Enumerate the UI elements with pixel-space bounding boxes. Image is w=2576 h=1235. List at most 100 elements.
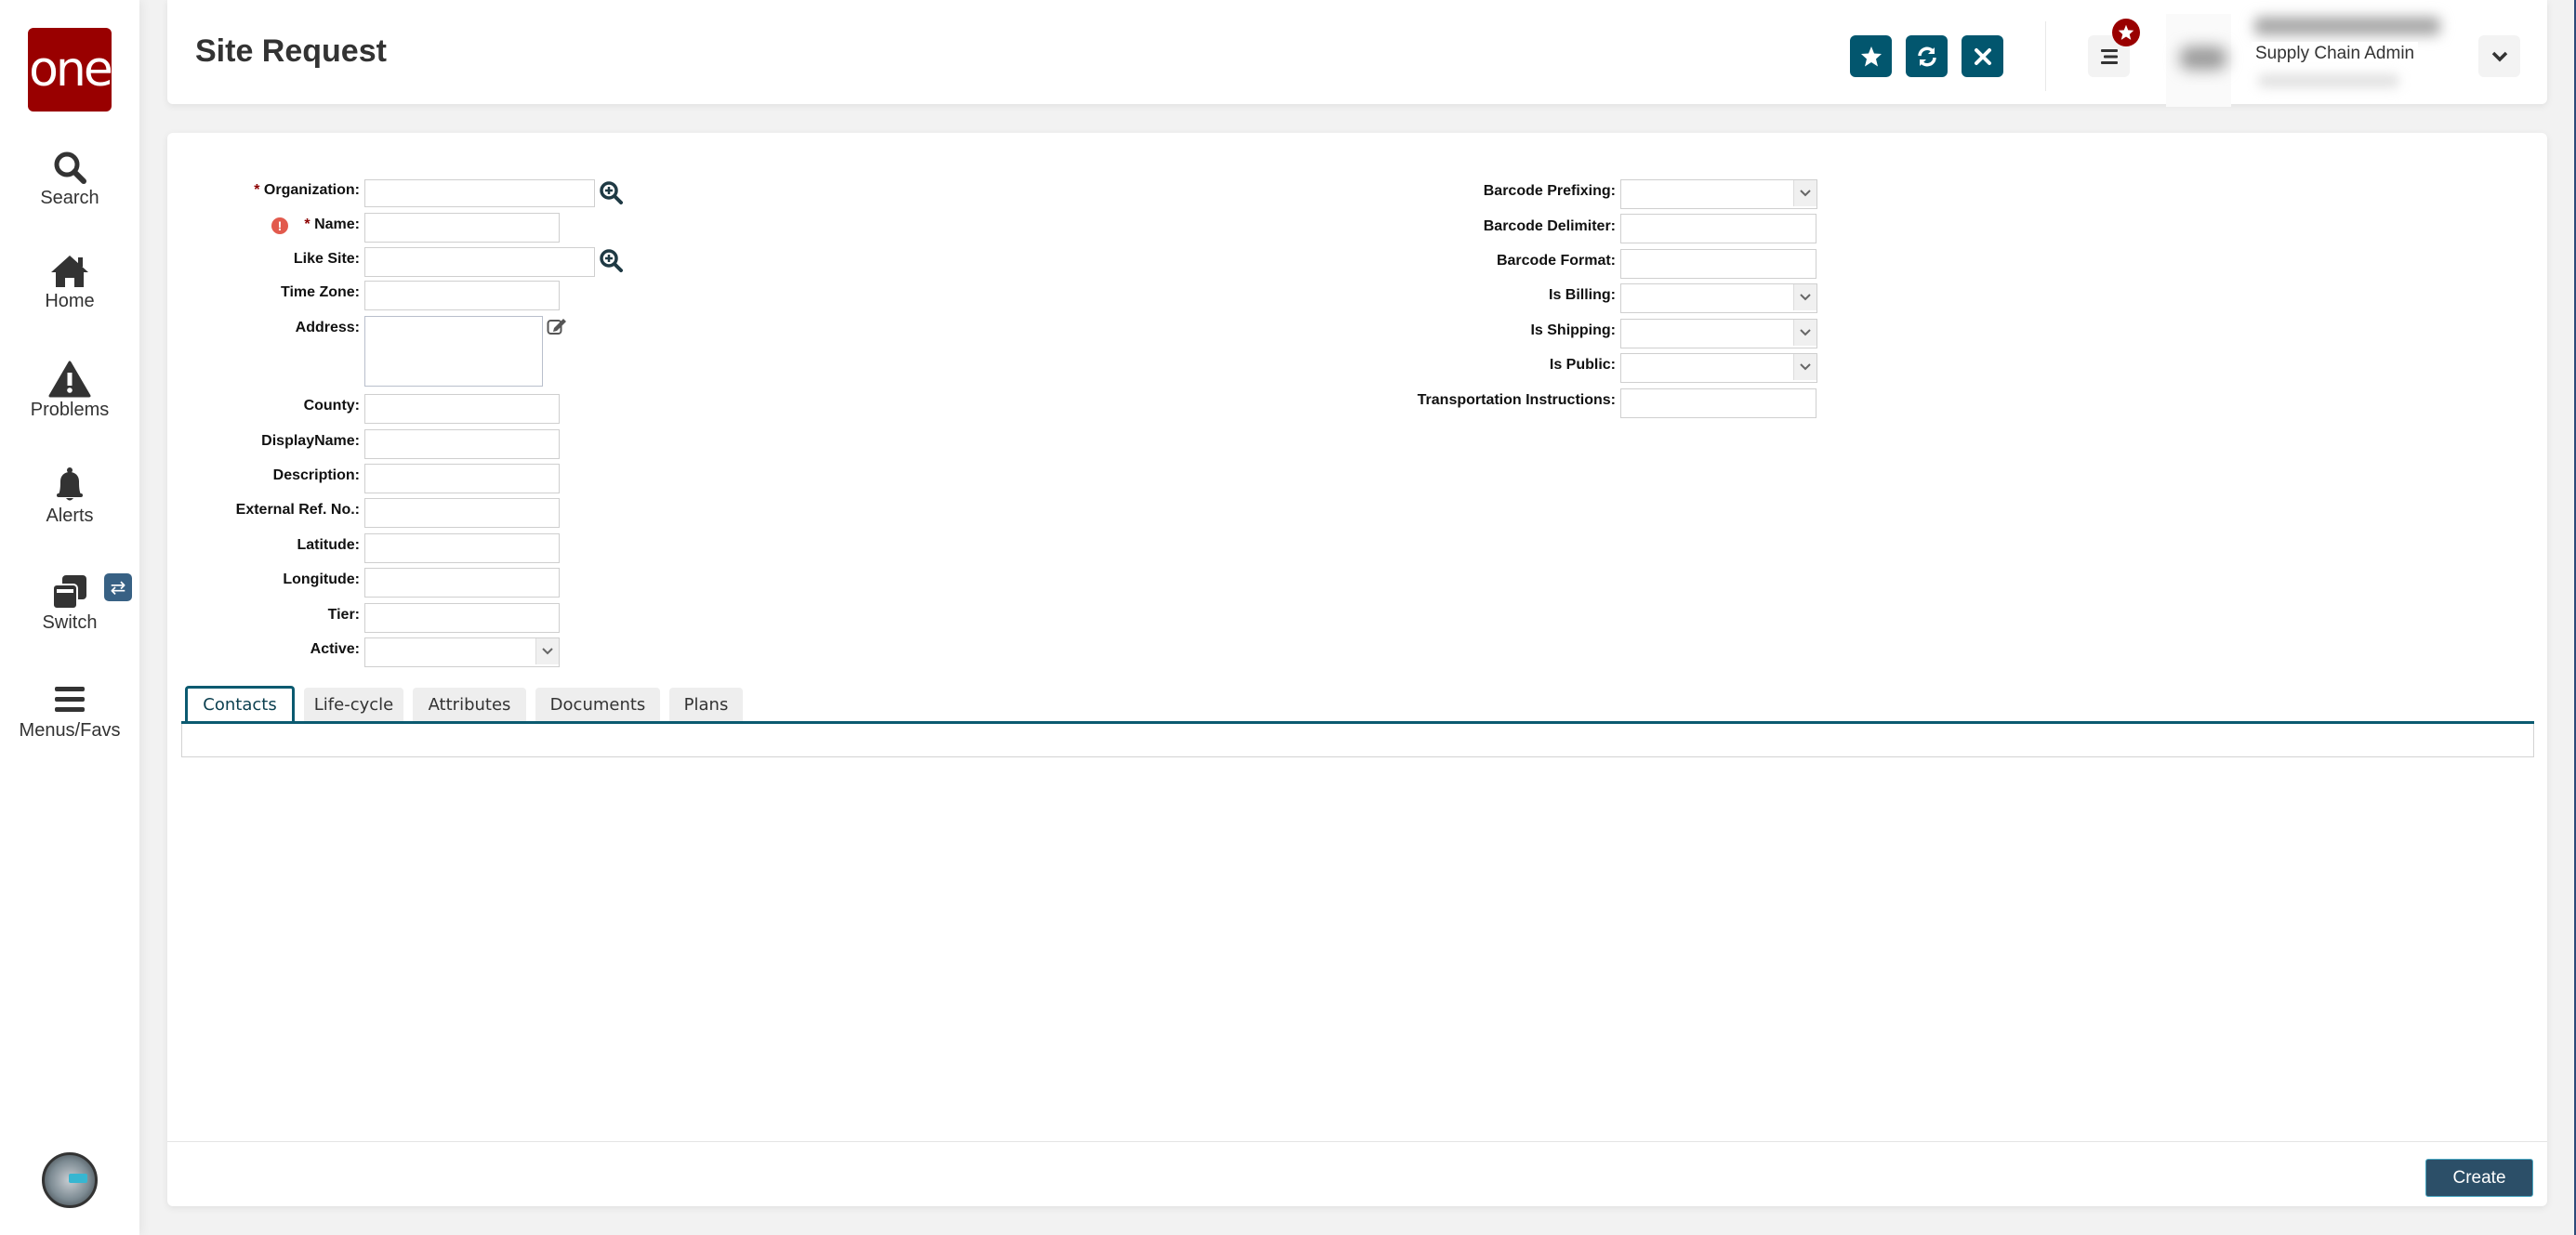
- is-billing-label: Is Billing:: [1549, 287, 1616, 303]
- barcode-format-input[interactable]: [1620, 249, 1816, 279]
- name-label: * Name:: [304, 217, 360, 233]
- user-role: Supply Chain Admin: [2252, 42, 2419, 66]
- tier-label: Tier:: [327, 607, 360, 623]
- sidebar-item-label: Switch: [42, 612, 98, 633]
- logo-text: one: [29, 42, 113, 98]
- user-photo-redacted: [2166, 14, 2231, 107]
- description-label: Description:: [272, 467, 360, 483]
- app-logo[interactable]: one: [28, 28, 113, 112]
- like-site-input[interactable]: [364, 247, 595, 277]
- tab-contacts[interactable]: Contacts: [185, 686, 295, 721]
- is-shipping-label: Is Shipping:: [1530, 322, 1616, 338]
- external-ref-input[interactable]: [364, 498, 560, 528]
- latitude-label: Latitude:: [297, 537, 360, 553]
- sidebar-item-label: Problems: [30, 400, 110, 420]
- sidebar-item-problems[interactable]: Problems: [0, 361, 139, 421]
- footer-divider: [167, 1141, 2547, 1142]
- hamburger-icon: [2100, 48, 2118, 64]
- sidebar-item-home[interactable]: Home: [0, 254, 139, 312]
- zoom-in-search-icon: [600, 181, 623, 204]
- barcode-format-label: Barcode Format:: [1496, 253, 1616, 269]
- barcode-prefixing-select[interactable]: [1620, 179, 1817, 209]
- like-site-label: Like Site:: [293, 251, 360, 267]
- label-text: Name:: [314, 217, 360, 232]
- sidebar-item-search[interactable]: Search: [0, 149, 139, 209]
- organization-input[interactable]: [364, 179, 595, 207]
- chevron-down-icon[interactable]: [535, 638, 559, 664]
- hamburger-icon: [55, 687, 85, 712]
- user-menu-button[interactable]: [2478, 35, 2520, 77]
- name-input[interactable]: [364, 213, 560, 243]
- barcode-delimiter-label: Barcode Delimiter:: [1483, 218, 1616, 234]
- organization-label: * Organization:: [254, 182, 360, 199]
- transportation-instructions-label: Transportation Instructions:: [1417, 392, 1616, 408]
- robot-avatar-visor: [69, 1174, 87, 1183]
- favorites-badge[interactable]: [2112, 19, 2140, 46]
- chevron-down-icon: [2491, 51, 2507, 61]
- contacts-tab-panel: [181, 724, 2534, 757]
- required-marker: *: [254, 182, 260, 198]
- zoom-in-search-icon: [600, 249, 623, 272]
- latitude-input[interactable]: [364, 533, 560, 563]
- chevron-down-icon[interactable]: [1793, 320, 1816, 346]
- active-select[interactable]: [364, 637, 560, 667]
- star-icon: [1860, 46, 1882, 66]
- active-label: Active:: [310, 641, 360, 657]
- user-subtitle-redacted: [2259, 74, 2398, 87]
- sidebar-item-switch[interactable]: Switch ⇄: [0, 573, 139, 634]
- refresh-button[interactable]: [1906, 35, 1948, 77]
- time-zone-label: Time Zone:: [280, 284, 360, 300]
- barcode-prefixing-label: Barcode Prefixing:: [1483, 183, 1616, 199]
- longitude-label: Longitude:: [283, 572, 360, 587]
- error-icon[interactable]: !: [271, 217, 288, 234]
- tab-documents[interactable]: Documents: [535, 688, 660, 722]
- chevron-down-icon[interactable]: [1793, 180, 1816, 206]
- user-avatar[interactable]: [42, 1152, 98, 1208]
- home-icon: [51, 256, 88, 287]
- sidebar-item-label: Menus/Favs: [19, 720, 121, 741]
- is-shipping-select[interactable]: [1620, 319, 1817, 348]
- is-public-label: Is Public:: [1549, 357, 1616, 373]
- display-name-label: DisplayName:: [261, 433, 360, 449]
- bell-icon: [57, 467, 83, 501]
- transportation-instructions-input[interactable]: [1620, 388, 1816, 418]
- page-header: Site Request Supply Chain Admin: [167, 0, 2547, 107]
- tier-input[interactable]: [364, 603, 560, 633]
- sidebar-item-label: Home: [45, 291, 95, 311]
- is-public-select[interactable]: [1620, 353, 1817, 383]
- time-zone-input[interactable]: [364, 281, 560, 310]
- chevron-down-icon[interactable]: [1793, 354, 1816, 380]
- sidebar-item-alerts[interactable]: Alerts: [0, 466, 139, 527]
- display-name-input[interactable]: [364, 429, 560, 459]
- create-button[interactable]: Create: [2425, 1159, 2533, 1197]
- sidebar: one Search Home Problems Alerts Switch ⇄…: [0, 0, 139, 1235]
- favorite-button[interactable]: [1850, 35, 1892, 77]
- longitude-input[interactable]: [364, 568, 560, 598]
- page-title: Site Request: [195, 33, 387, 69]
- like-site-lookup-button[interactable]: [599, 248, 623, 277]
- tab-attributes[interactable]: Attributes: [413, 688, 526, 722]
- is-billing-select[interactable]: [1620, 283, 1817, 313]
- error-icon-glyph: !: [277, 218, 283, 233]
- sidebar-item-menus-favs[interactable]: Menus/Favs: [0, 681, 139, 742]
- chevron-down-icon[interactable]: [1793, 284, 1816, 310]
- county-input[interactable]: [364, 394, 560, 424]
- user-name-redacted: [2254, 17, 2440, 35]
- warning-icon: [48, 361, 91, 398]
- close-button[interactable]: [1962, 35, 2003, 77]
- barcode-delimiter-input[interactable]: [1620, 214, 1816, 243]
- sidebar-item-label: Search: [40, 188, 99, 208]
- required-marker: *: [304, 217, 310, 232]
- address-edit-button[interactable]: [547, 317, 567, 340]
- star-icon: [2118, 24, 2134, 40]
- description-input[interactable]: [364, 464, 560, 493]
- switch-badge[interactable]: ⇄: [104, 573, 132, 601]
- address-textarea[interactable]: [364, 316, 543, 387]
- external-ref-label: External Ref. No.:: [235, 502, 360, 518]
- organization-lookup-button[interactable]: [599, 180, 623, 209]
- tab-plans[interactable]: Plans: [669, 688, 743, 722]
- label-text: Organization:: [263, 182, 360, 198]
- tab-life-cycle[interactable]: Life-cycle: [304, 688, 403, 722]
- windows-icon: [52, 575, 86, 610]
- close-icon: [1974, 47, 1991, 65]
